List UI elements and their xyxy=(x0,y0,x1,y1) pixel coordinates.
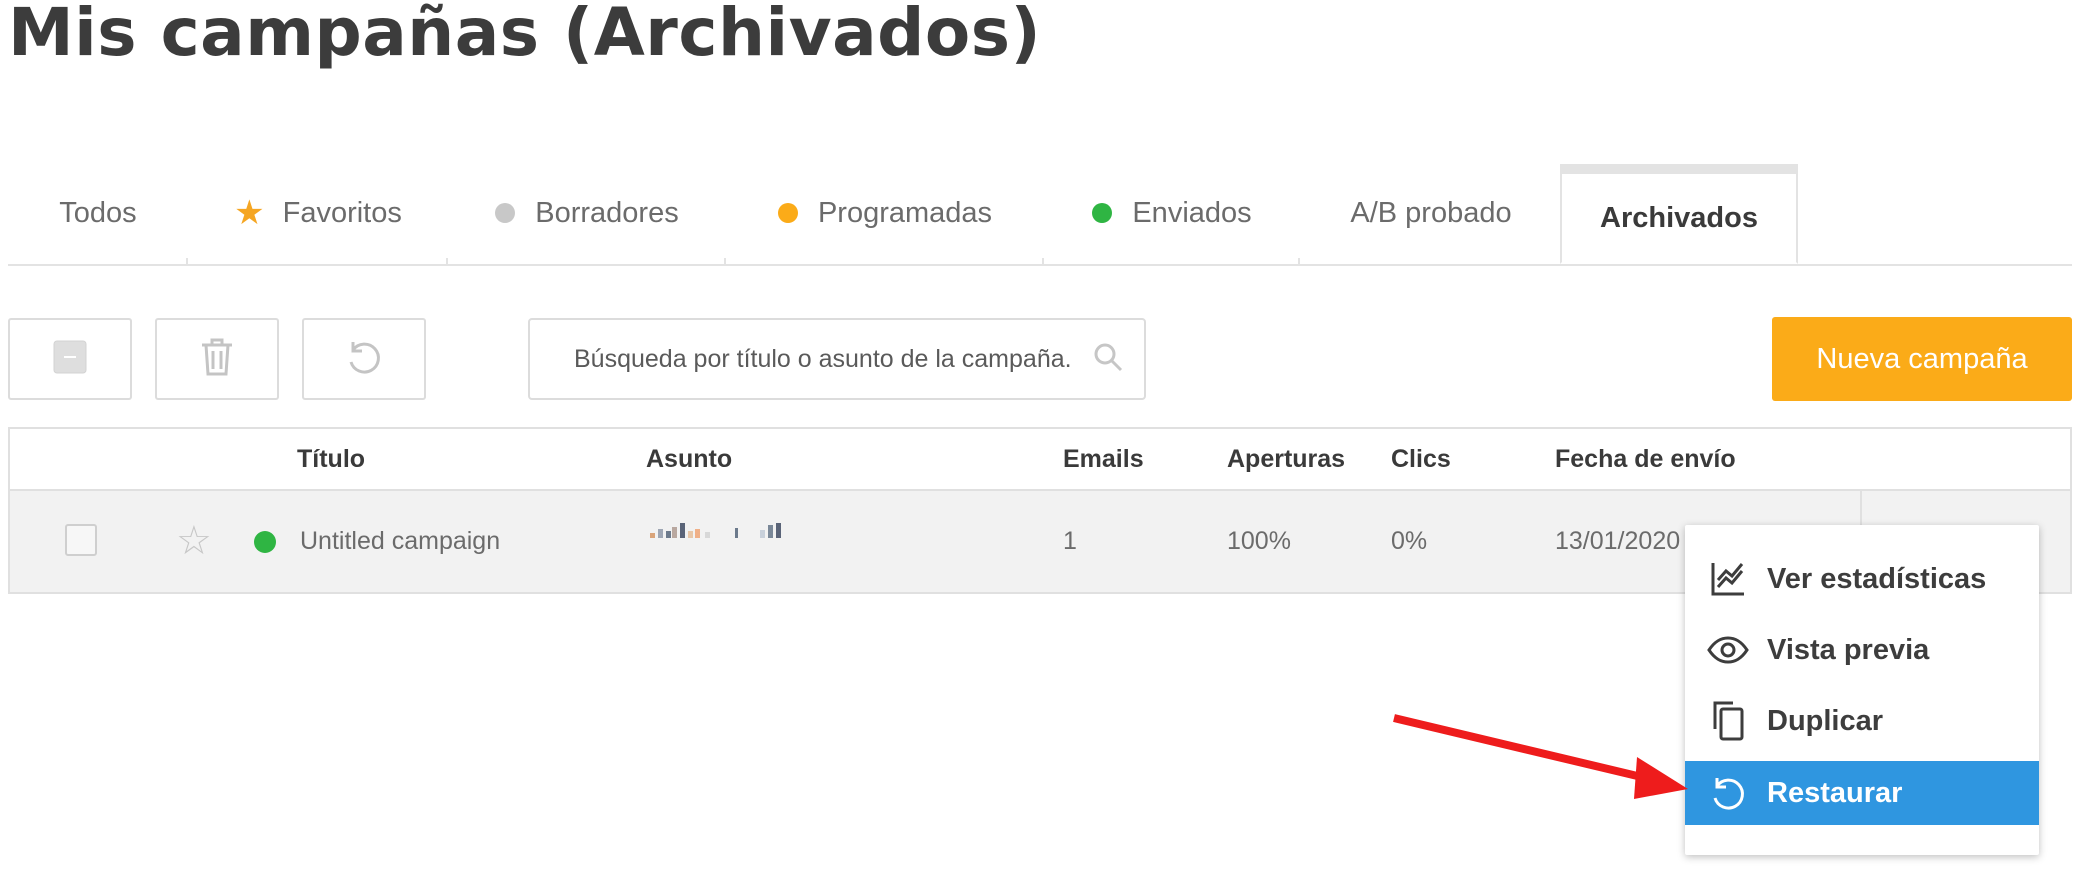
annotation-arrow xyxy=(1393,714,1688,799)
